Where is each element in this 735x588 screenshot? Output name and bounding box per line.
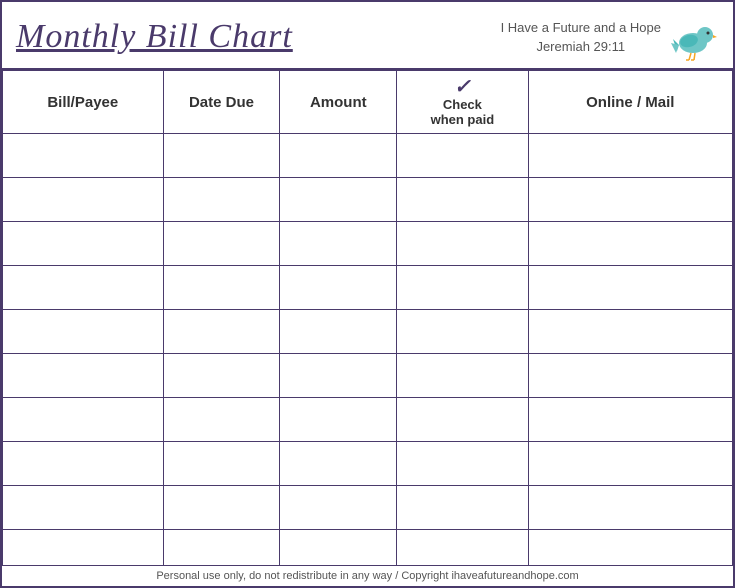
header-tagline: I Have a Future and a Hope Jeremiah 29:1… — [501, 18, 661, 57]
table-cell — [280, 398, 397, 442]
page-title: Monthly Bill Chart — [16, 18, 293, 56]
table-cell — [280, 354, 397, 398]
checkmark-icon: ✓ — [454, 77, 471, 97]
col-header-online-mail: Online / Mail — [528, 71, 732, 134]
table-cell — [163, 354, 280, 398]
table-cell — [280, 442, 397, 486]
table-cell — [397, 178, 528, 222]
table-row[interactable] — [3, 354, 733, 398]
table-cell — [280, 266, 397, 310]
table-cell — [3, 530, 164, 566]
table-row[interactable] — [3, 310, 733, 354]
col-header-date-due: Date Due — [163, 71, 280, 134]
table-cell — [280, 134, 397, 178]
table-cell — [3, 222, 164, 266]
table-cell — [397, 354, 528, 398]
table-cell — [163, 486, 280, 530]
table-row[interactable] — [3, 178, 733, 222]
table-cell — [528, 530, 732, 566]
table-cell — [163, 134, 280, 178]
header-right: I Have a Future and a Hope Jeremiah 29:1… — [501, 13, 719, 61]
table-cell — [528, 398, 732, 442]
table-cell — [3, 310, 164, 354]
table-cell — [3, 134, 164, 178]
table-header-row: Bill/Payee Date Due Amount ✓ Checkwhen p… — [3, 71, 733, 134]
footer: Personal use only, do not redistribute i… — [2, 565, 733, 586]
table-row[interactable] — [3, 442, 733, 486]
table-row[interactable] — [3, 134, 733, 178]
table-cell — [163, 178, 280, 222]
table-cell — [3, 178, 164, 222]
col-header-amount: Amount — [280, 71, 397, 134]
table-cell — [280, 530, 397, 566]
table-cell — [397, 530, 528, 566]
table-cell — [397, 442, 528, 486]
table-cell — [163, 310, 280, 354]
table-cell — [528, 310, 732, 354]
table-row[interactable] — [3, 486, 733, 530]
table-cell — [528, 222, 732, 266]
table-body — [3, 134, 733, 566]
table-cell — [3, 266, 164, 310]
col-header-check-when-paid: ✓ Checkwhen paid — [397, 71, 528, 134]
table-cell — [3, 398, 164, 442]
table-cell — [397, 222, 528, 266]
col-header-bill-payee: Bill/Payee — [3, 71, 164, 134]
table-cell — [280, 310, 397, 354]
table-row[interactable] — [3, 530, 733, 566]
table-cell — [528, 442, 732, 486]
table-cell — [280, 222, 397, 266]
table-cell — [3, 442, 164, 486]
table-cell — [528, 266, 732, 310]
table-cell — [528, 134, 732, 178]
table-cell — [280, 178, 397, 222]
table-section: Bill/Payee Date Due Amount ✓ Checkwhen p… — [2, 70, 733, 565]
table-cell — [528, 354, 732, 398]
table-row[interactable] — [3, 266, 733, 310]
table-cell — [3, 486, 164, 530]
table-cell — [163, 530, 280, 566]
table-cell — [163, 398, 280, 442]
table-cell — [163, 442, 280, 486]
page-wrapper: Monthly Bill Chart I Have a Future and a… — [0, 0, 735, 588]
table-cell — [528, 486, 732, 530]
table-row[interactable] — [3, 222, 733, 266]
table-cell — [3, 354, 164, 398]
bird-icon — [667, 13, 719, 61]
table-cell — [397, 486, 528, 530]
table-cell — [397, 266, 528, 310]
table-cell — [163, 266, 280, 310]
table-cell — [397, 398, 528, 442]
table-cell — [280, 486, 397, 530]
table-cell — [163, 222, 280, 266]
table-cell — [397, 134, 528, 178]
header: Monthly Bill Chart I Have a Future and a… — [2, 2, 733, 70]
bill-chart-table: Bill/Payee Date Due Amount ✓ Checkwhen p… — [2, 70, 733, 565]
table-cell — [397, 310, 528, 354]
table-row[interactable] — [3, 398, 733, 442]
table-cell — [528, 178, 732, 222]
